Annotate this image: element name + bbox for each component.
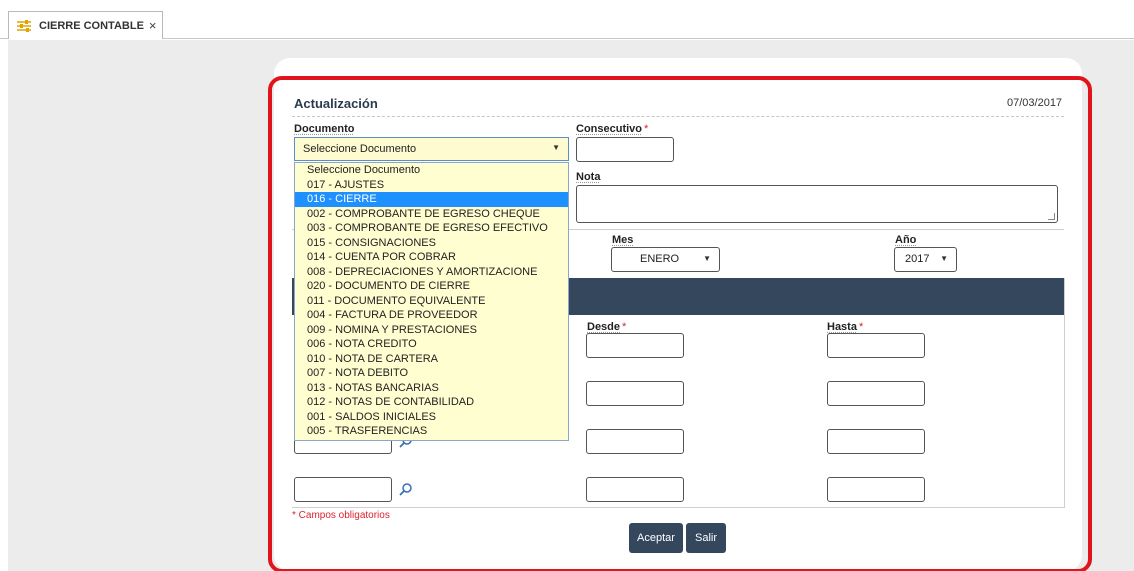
page: CIERRE CONTABLE × Actualización 07/03/20… — [0, 0, 1134, 571]
tab-cierre-contable[interactable]: CIERRE CONTABLE × — [8, 11, 163, 39]
sliders-icon — [17, 20, 31, 32]
tab-label: CIERRE CONTABLE — [39, 20, 144, 32]
tab-bar: CIERRE CONTABLE × — [0, 0, 1134, 39]
highlight-frame — [268, 76, 1092, 571]
close-icon[interactable]: × — [149, 18, 157, 33]
